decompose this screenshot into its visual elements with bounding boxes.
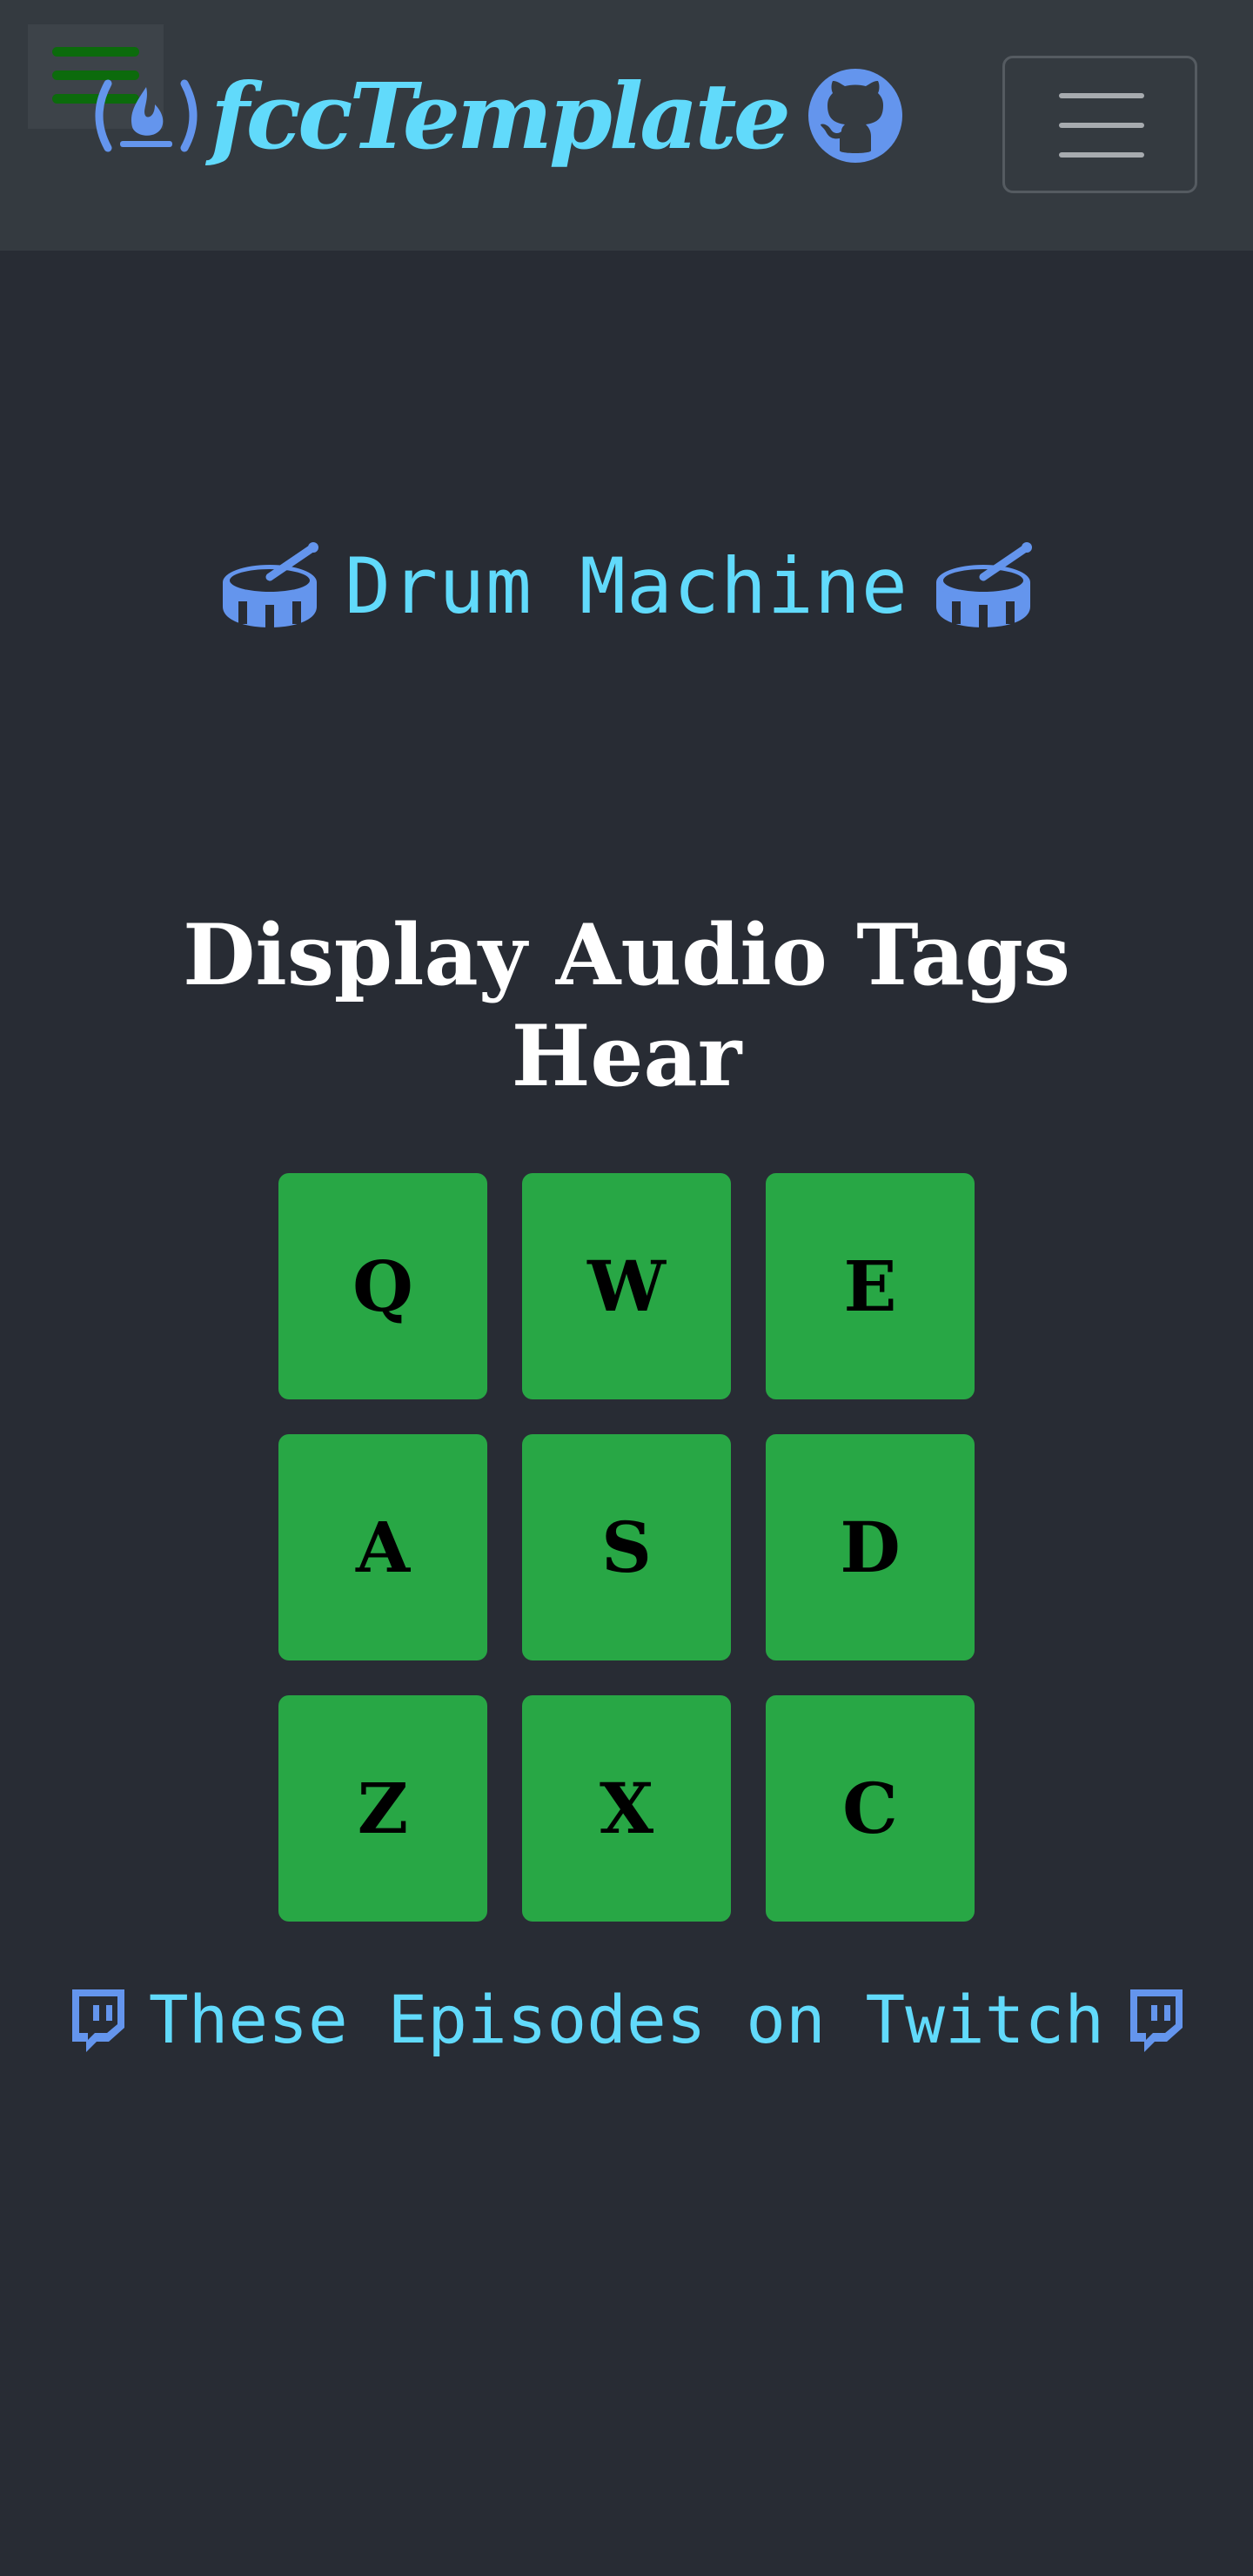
brand-text: fccTemplate: [211, 62, 791, 170]
page-title-text: Drum Machine: [345, 540, 908, 631]
github-icon[interactable]: [807, 67, 904, 164]
drum-pad-z[interactable]: Z: [278, 1695, 487, 1922]
drum-icon: [219, 540, 320, 631]
drum-pad-w[interactable]: W: [522, 1173, 731, 1399]
twitch-icon: [1125, 1986, 1186, 2052]
twitch-icon: [67, 1986, 128, 2052]
page-title: Drum Machine: [0, 529, 1253, 642]
drum-icon: [933, 540, 1034, 631]
navbar-toggler-icon: [1059, 93, 1144, 98]
navbar-toggler-icon-bar: [1059, 152, 1144, 158]
free-code-camp-icon: [89, 68, 204, 164]
twitch-episodes-link[interactable]: These Episodes on Twitch: [0, 1976, 1253, 2063]
drum-pad-c[interactable]: C: [766, 1695, 975, 1922]
navbar-toggler-icon-bar: [1059, 123, 1144, 128]
drum-pad-d[interactable]: D: [766, 1434, 975, 1660]
drum-pad-s[interactable]: S: [522, 1434, 731, 1660]
drum-pad-a[interactable]: A: [278, 1434, 487, 1660]
brand-link[interactable]: fccTemplate: [89, 50, 904, 181]
drum-pad-q[interactable]: Q: [278, 1173, 487, 1399]
drum-pad-e[interactable]: E: [766, 1173, 975, 1399]
navbar: fccTemplate: [0, 0, 1253, 251]
twitch-link-text: These Episodes on Twitch: [148, 1980, 1105, 2058]
navbar-toggler-button[interactable]: [1002, 56, 1197, 193]
drum-pad-x[interactable]: X: [522, 1695, 731, 1922]
display-heading: Display Audio Tags Hear: [183, 906, 1070, 1105]
